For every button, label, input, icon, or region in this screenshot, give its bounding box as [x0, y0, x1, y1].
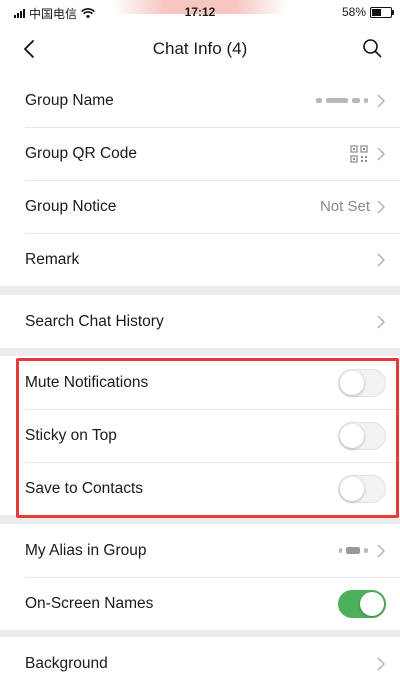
info-section: Group Name Group QR Code Group Notice No…	[0, 74, 400, 286]
mute-notifications-row: Mute Notifications	[0, 356, 400, 409]
background-section: Background	[0, 637, 400, 690]
group-notice-value: Not Set	[319, 198, 370, 215]
chevron-right-icon	[377, 252, 386, 267]
chevron-right-icon	[377, 146, 386, 161]
my-alias-label: My Alias in Group	[25, 541, 147, 559]
status-time: 17:12	[184, 5, 216, 19]
chevron-right-icon	[377, 656, 386, 671]
status-bar: 中国电信 17:12 58%	[0, 0, 400, 24]
group-name-redacted	[316, 98, 368, 103]
sticky-on-top-row: Sticky on Top	[0, 409, 400, 462]
chevron-right-icon	[377, 543, 386, 558]
battery-percent: 58%	[341, 5, 366, 19]
sticky-on-top-label: Sticky on Top	[25, 426, 117, 444]
group-notice-row[interactable]: Group Notice Not Set	[0, 180, 400, 233]
my-alias-redacted	[339, 547, 368, 554]
background-label: Background	[25, 654, 108, 672]
chevron-right-icon	[377, 199, 386, 214]
my-alias-row[interactable]: My Alias in Group	[0, 524, 400, 577]
mute-notifications-label: Mute Notifications	[25, 373, 149, 391]
battery-fill	[372, 8, 382, 16]
toggle-knob	[340, 423, 364, 448]
group-notice-label: Group Notice	[25, 197, 117, 215]
toggle-knob	[360, 591, 384, 616]
qr-code-icon	[350, 144, 368, 163]
background-row[interactable]: Background	[0, 637, 400, 690]
group-display-section: My Alias in Group On-Screen Names	[0, 524, 400, 630]
chat-info-screen: 中国电信 17:12 58% Chat Info (4) Group Name …	[0, 0, 400, 690]
save-to-contacts-toggle[interactable]	[338, 474, 386, 503]
search-section: Search Chat History	[0, 295, 400, 348]
status-right: 58%	[341, 5, 394, 19]
search-history-label: Search Chat History	[25, 312, 164, 330]
group-qr-label: Group QR Code	[25, 144, 137, 162]
on-screen-names-label: On-Screen Names	[25, 594, 154, 612]
nav-header: Chat Info (4)	[0, 24, 400, 74]
toggle-knob	[340, 476, 364, 501]
group-name-row[interactable]: Group Name	[0, 74, 400, 127]
group-name-label: Group Name	[25, 91, 114, 109]
on-screen-names-row: On-Screen Names	[0, 577, 400, 630]
on-screen-names-toggle[interactable]	[338, 589, 386, 618]
search-icon[interactable]	[360, 36, 384, 60]
sticky-on-top-toggle[interactable]	[338, 421, 386, 450]
battery-icon	[370, 6, 394, 18]
remark-label: Remark	[25, 250, 80, 268]
mute-notifications-toggle[interactable]	[338, 368, 386, 397]
save-to-contacts-row: Save to Contacts	[0, 462, 400, 515]
chevron-left-icon[interactable]	[18, 37, 42, 61]
toggle-knob	[340, 370, 364, 395]
save-to-contacts-label: Save to Contacts	[25, 479, 144, 497]
remark-row[interactable]: Remark	[0, 233, 400, 286]
group-qr-row[interactable]: Group QR Code	[0, 127, 400, 180]
toggles-section: Mute Notifications Sticky on Top Save to…	[0, 356, 400, 515]
chevron-right-icon	[377, 93, 386, 108]
chevron-right-icon	[377, 314, 386, 329]
search-history-row[interactable]: Search Chat History	[0, 295, 400, 348]
page-title: Chat Info (4)	[152, 39, 248, 58]
